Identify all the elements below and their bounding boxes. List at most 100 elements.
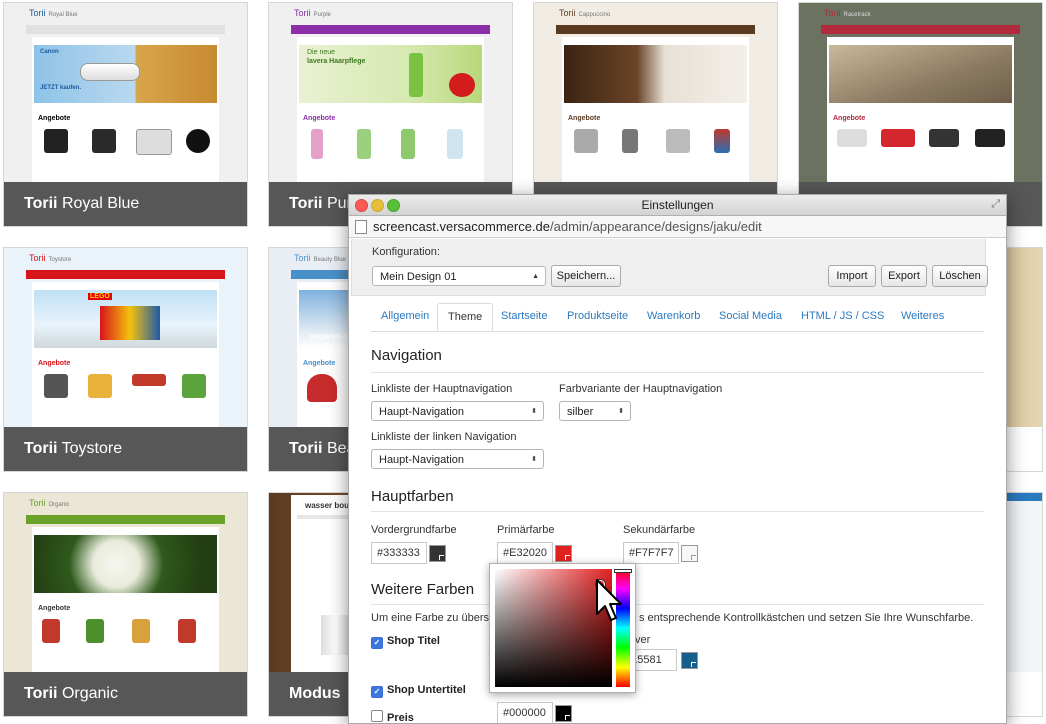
divider [371, 604, 984, 605]
preview-nav [26, 515, 225, 524]
secondary-color-input[interactable]: #F7F7F7 [623, 542, 679, 564]
shop-title-checkbox[interactable]: ✓ Shop Titel [371, 635, 440, 649]
delete-button[interactable]: Löschen [932, 265, 988, 287]
shop-title-label: Shop Titel [387, 635, 440, 647]
shop-subtitle-checkbox[interactable]: ✓ Shop Untertitel [371, 684, 466, 698]
theme-caption: Torii Toystore [4, 427, 247, 471]
preview-product [622, 129, 638, 153]
preview-product [401, 129, 415, 159]
color-variant-select[interactable]: silber ⬍ [559, 401, 631, 421]
preview-product [975, 129, 1005, 147]
preview-product [44, 374, 68, 398]
theme-caption: Torii Organic [4, 672, 247, 716]
preview-product [929, 129, 959, 147]
theme-preview: Torii Racetrack Angebote [799, 3, 1042, 182]
design-select[interactable]: Mein Design 01 ▲ [372, 266, 546, 286]
main-nav-select[interactable]: Haupt-Navigation ⬍ [371, 401, 544, 421]
preview-page: Die neue lavera Haarpflege Angebote [297, 37, 484, 182]
preview-product [92, 129, 116, 153]
save-button[interactable]: Speichern... [551, 265, 621, 287]
preview-product [881, 129, 915, 147]
preview-product [186, 129, 210, 153]
primary-label: Primärfarbe [497, 524, 555, 536]
page-icon [355, 219, 367, 234]
tab-theme[interactable]: Theme [437, 303, 494, 331]
zoom-window-button[interactable] [387, 199, 400, 212]
preview-product [311, 129, 323, 159]
preview-logo: Torii Cappuccino [559, 8, 611, 18]
tab-html-js-css[interactable]: HTML / JS / CSS [791, 303, 894, 331]
theme-preview: Torii Toystore LEGO Angebote [4, 248, 247, 427]
theme-preview: Torii Organic Angebote [4, 493, 247, 672]
preview-banner: Die neue lavera Haarpflege [299, 45, 482, 103]
preview-product [714, 129, 730, 153]
preview-logo: Torii Toystore [29, 253, 72, 263]
left-nav-label: Linkliste der linken Navigation [371, 431, 517, 443]
preview-product [132, 619, 150, 643]
preview-product [182, 374, 206, 398]
theme-tile-organic[interactable]: Torii Organic Angebote Torii Organic [3, 492, 248, 717]
export-button[interactable]: Export [881, 265, 927, 287]
price-color-swatch[interactable] [555, 705, 572, 722]
preview-logo: Torii Racetrack [824, 8, 871, 18]
left-nav-select[interactable]: Haupt-Navigation ⬍ [371, 449, 544, 469]
theme-preview: Torii Purple Die neue lavera Haarpflege A… [269, 3, 512, 182]
preview-page: Angebote [827, 37, 1014, 182]
close-window-button[interactable] [355, 199, 368, 212]
configuration-panel: Konfiguration: Mein Design 01 ▲ Speicher… [351, 239, 988, 296]
primary-color-swatch[interactable] [555, 545, 572, 562]
hue-slider-handle[interactable] [614, 569, 632, 573]
url-domain: screencast.versacommerce.de [373, 219, 551, 234]
checkmark-icon: ✓ [371, 686, 383, 698]
foreground-color-swatch[interactable] [429, 545, 446, 562]
tab-allgemein[interactable]: Allgemein [371, 303, 439, 331]
preview-logo: Torii Organic [29, 498, 70, 508]
preview-product [42, 619, 60, 643]
secondary-label: Sekundärfarbe [623, 524, 696, 536]
color-variant-value: silber [567, 406, 594, 418]
tab-social-media[interactable]: Social Media [709, 303, 792, 331]
price-checkbox[interactable]: Preis [371, 710, 414, 723]
foreground-color-input[interactable]: #333333 [371, 542, 427, 564]
preview-nav [26, 270, 225, 279]
preview-product [178, 619, 196, 643]
preview-offers-heading: Angebote [38, 360, 71, 367]
primary-color-input[interactable]: #E32020 [497, 542, 553, 564]
price-color-input[interactable]: #000000 [497, 702, 553, 723]
window-title: Einstellungen [641, 198, 714, 212]
tab-produktseite[interactable]: Produktseite [557, 303, 638, 331]
preview-nav [556, 25, 755, 34]
preview-banner: Canon JETZT kaufen. [34, 45, 217, 103]
tab-warenkorb[interactable]: Warenkorb [637, 303, 710, 331]
foreground-label: Vordergrundfarbe [371, 524, 457, 536]
preview-offers-heading: Angebote [303, 360, 336, 367]
select-arrows-icon: ⬍ [531, 408, 537, 415]
address-bar[interactable]: screencast.versacommerce.de/admin/appear… [349, 216, 1006, 238]
preview-product [307, 374, 337, 402]
theme-preview: Torii Royal Blue Canon JETZT kaufen. Ange… [4, 3, 247, 182]
preview-nav [26, 25, 225, 34]
preview-product [574, 129, 598, 153]
preview-product [666, 129, 690, 153]
shop-subtitle-label: Shop Untertitel [387, 684, 466, 696]
theme-tile-toystore[interactable]: Torii Toystore LEGO Angebote Torii Toysto… [3, 247, 248, 472]
secondary-color-swatch[interactable] [681, 545, 698, 562]
theme-preview: Torii Cappuccino Angebote [534, 3, 777, 182]
fullscreen-icon[interactable]: ⤢ [991, 198, 1000, 211]
tab-startseite[interactable]: Startseite [491, 303, 557, 331]
divider [371, 372, 984, 373]
divider [371, 511, 984, 512]
preview-product [837, 129, 867, 147]
select-arrows-icon: ⬍ [618, 408, 624, 415]
hover-color-swatch[interactable] [681, 652, 698, 669]
hover-label: ver [635, 634, 651, 646]
select-arrows-icon: ▲ [532, 273, 539, 280]
theme-caption: Torii Royal Blue [4, 182, 247, 226]
theme-tile-royal-blue[interactable]: Torii Royal Blue Canon JETZT kaufen. Ange… [3, 2, 248, 227]
tab-weiteres[interactable]: Weiteres [891, 303, 954, 331]
preview-logo: Torii Beauty Blue [294, 253, 346, 263]
import-button[interactable]: Import [828, 265, 876, 287]
window-titlebar: Einstellungen ⤢ [349, 195, 1006, 216]
preview-banner [564, 45, 747, 103]
minimize-window-button[interactable] [371, 199, 384, 212]
